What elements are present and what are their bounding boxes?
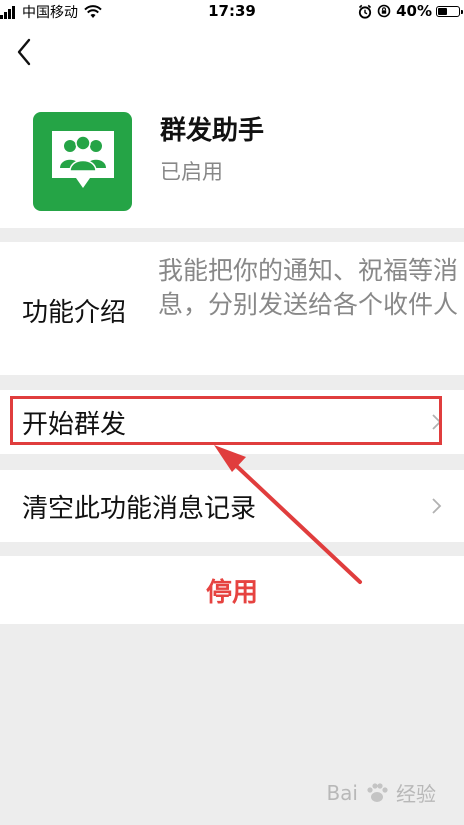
chevron-left-icon: [17, 38, 31, 66]
app-icon: [33, 112, 132, 211]
chevron-right-icon: [432, 414, 442, 430]
clear-records-label: 清空此功能消息记录: [22, 494, 257, 524]
feature-intro-label: 功能介绍: [22, 298, 127, 328]
app-header: 群发助手 已启用: [0, 24, 464, 228]
feature-intro-section: 功能介绍 我能把你的通知、祝福等消息，分别发送给各个收件人: [0, 242, 464, 375]
battery-percent: 40%: [396, 2, 432, 20]
start-mass-send-row[interactable]: 开始群发: [0, 390, 464, 454]
start-mass-send-label: 开始群发: [22, 410, 127, 440]
battery-icon: [436, 5, 463, 17]
watermark-right: 经验: [396, 782, 436, 806]
back-button[interactable]: [10, 34, 40, 70]
status-right: 40%: [358, 2, 463, 20]
clear-records-row[interactable]: 清空此功能消息记录: [0, 470, 464, 542]
rotation-lock-icon: [377, 4, 391, 18]
group-chat-icon: [52, 131, 114, 188]
app-status: 已启用: [160, 160, 223, 184]
watermark-left: Bai: [326, 780, 358, 805]
disable-row[interactable]: 停用: [0, 556, 464, 624]
status-bar: 中国移动 17:39 40%: [0, 0, 464, 24]
chevron-right-icon: [432, 498, 442, 514]
disable-button[interactable]: 停用: [0, 572, 464, 609]
alarm-icon: [358, 4, 372, 19]
feature-intro-description: 我能把你的通知、祝福等消息，分别发送给各个收件人: [158, 256, 459, 319]
app-name: 群发助手: [160, 116, 265, 146]
paw-logo-icon: [367, 782, 388, 802]
watermark: Bai 经验: [326, 778, 436, 807]
